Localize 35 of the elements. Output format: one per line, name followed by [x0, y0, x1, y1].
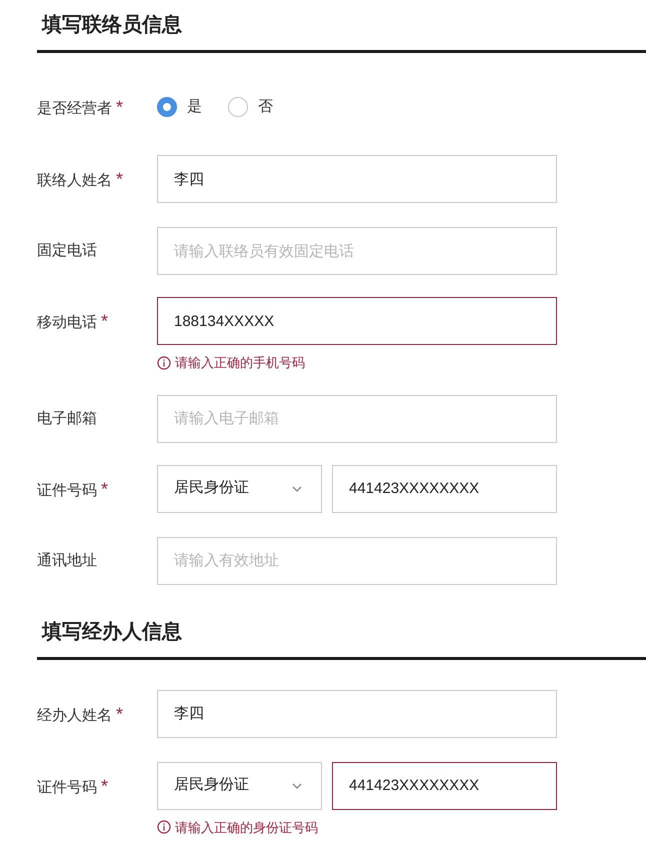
info-icon — [157, 820, 171, 834]
field-label: 证件号码 — [37, 482, 97, 498]
field-label: 固定电话 — [37, 242, 97, 259]
id-type-select[interactable]: 居民身份证 — [157, 464, 322, 512]
section-title: 填写联络员信息 — [42, 13, 183, 38]
input-field[interactable]: 李四 — [157, 690, 557, 738]
error-message: 请输入正确的身份证号码 — [175, 818, 318, 836]
field-label: 移动电话 — [37, 314, 97, 331]
required-asterisk: * — [101, 311, 108, 331]
input-field[interactable]: 请输入电子邮箱 — [157, 394, 557, 442]
field-label: 电子邮箱 — [37, 410, 97, 426]
input-field[interactable]: 请输入有效地址 — [157, 536, 557, 584]
required-asterisk: * — [101, 776, 108, 796]
radio-option[interactable]: 是 — [157, 96, 202, 118]
field-label: 证件号码 — [37, 778, 97, 796]
input-field[interactable]: 188134XXXXX — [157, 297, 557, 345]
field-label: 是否经营者 — [37, 100, 112, 117]
chevron-down-icon — [291, 782, 303, 790]
field-label: 通讯地址 — [37, 552, 97, 568]
id-type-select[interactable]: 居民身份证 — [157, 762, 322, 810]
radio-option[interactable]: 否 — [228, 96, 273, 118]
input-field[interactable]: 441423XXXXXXXX — [332, 464, 557, 512]
info-icon — [157, 356, 171, 370]
field-label: 联络人姓名 — [37, 172, 112, 189]
required-asterisk: * — [116, 704, 124, 724]
chevron-down-icon — [291, 484, 303, 492]
error-message: 请输入正确的手机号码 — [175, 354, 305, 372]
section-title: 填写经办人信息 — [42, 620, 183, 644]
required-asterisk: * — [116, 169, 124, 189]
field-label: 经办人姓名 — [37, 706, 112, 724]
required-asterisk: * — [116, 97, 124, 117]
input-field[interactable]: 请输入联络员有效固定电话 — [157, 227, 557, 275]
required-asterisk: * — [101, 478, 108, 498]
input-field[interactable]: 李四 — [157, 155, 557, 203]
input-field[interactable]: 441423XXXXXXXX — [332, 762, 557, 810]
